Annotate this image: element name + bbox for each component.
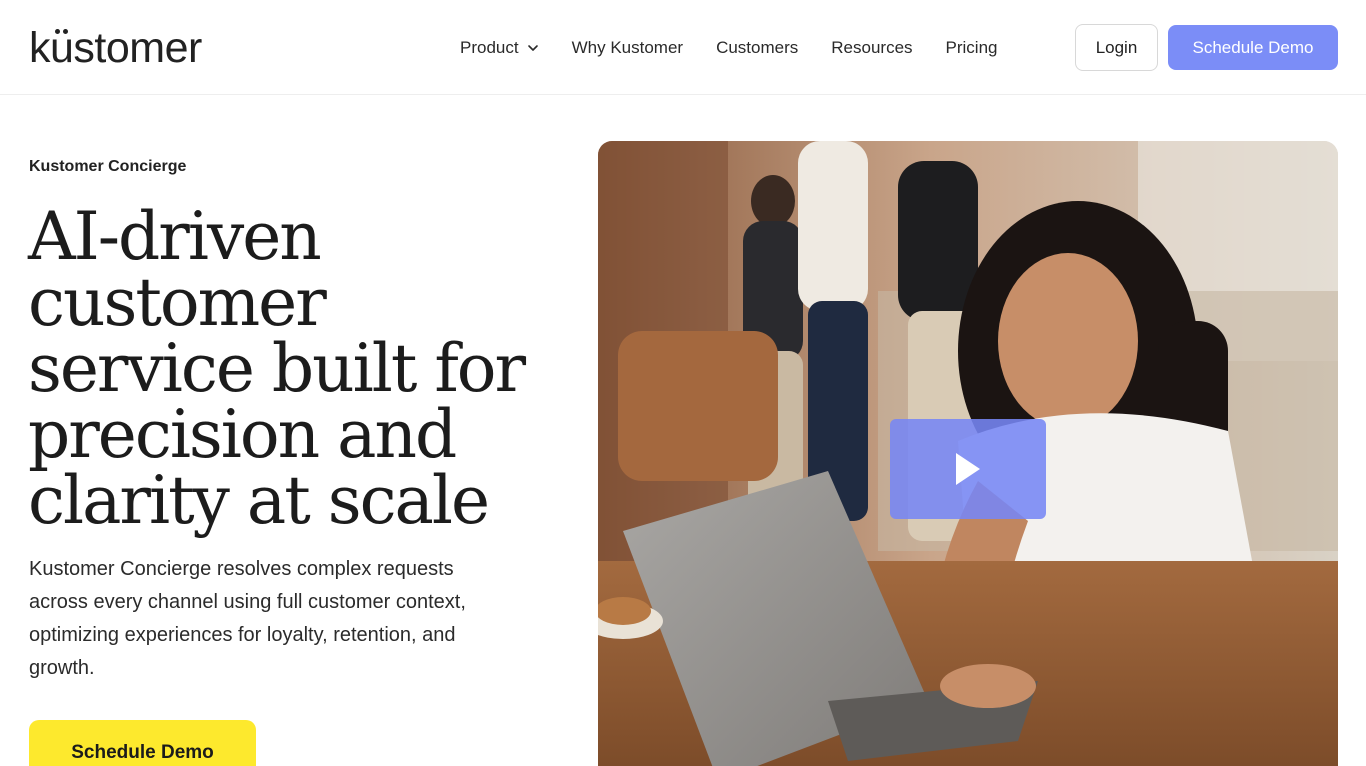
- hero-description: Kustomer Concierge resolves complex requ…: [29, 558, 466, 679]
- site-header: kustomer Product Why Kustomer Customers …: [0, 0, 1366, 95]
- hero-eyebrow: Kustomer Concierge: [29, 158, 187, 175]
- hero-video[interactable]: [598, 141, 1338, 766]
- play-button[interactable]: [890, 419, 1046, 519]
- nav-product-label: Product: [460, 38, 519, 57]
- schedule-demo-button[interactable]: Schedule Demo: [1168, 25, 1338, 70]
- nav-why-kustomer[interactable]: Why Kustomer: [572, 38, 683, 58]
- login-button[interactable]: Login: [1075, 24, 1158, 71]
- main-nav: Product Why Kustomer Customers Resources…: [460, 36, 1031, 60]
- nav-resources[interactable]: Resources: [831, 38, 912, 58]
- hero-headline: AI-driven customer service built for pre…: [28, 198, 526, 539]
- kustomer-logo[interactable]: kustomer: [29, 26, 202, 70]
- play-icon: [956, 453, 980, 485]
- chevron-down-icon: [527, 45, 538, 51]
- hero-schedule-demo-button[interactable]: Schedule Demo: [29, 720, 256, 766]
- nav-product[interactable]: Product: [460, 38, 539, 58]
- nav-customers[interactable]: Customers: [716, 38, 798, 58]
- nav-pricing[interactable]: Pricing: [946, 38, 998, 58]
